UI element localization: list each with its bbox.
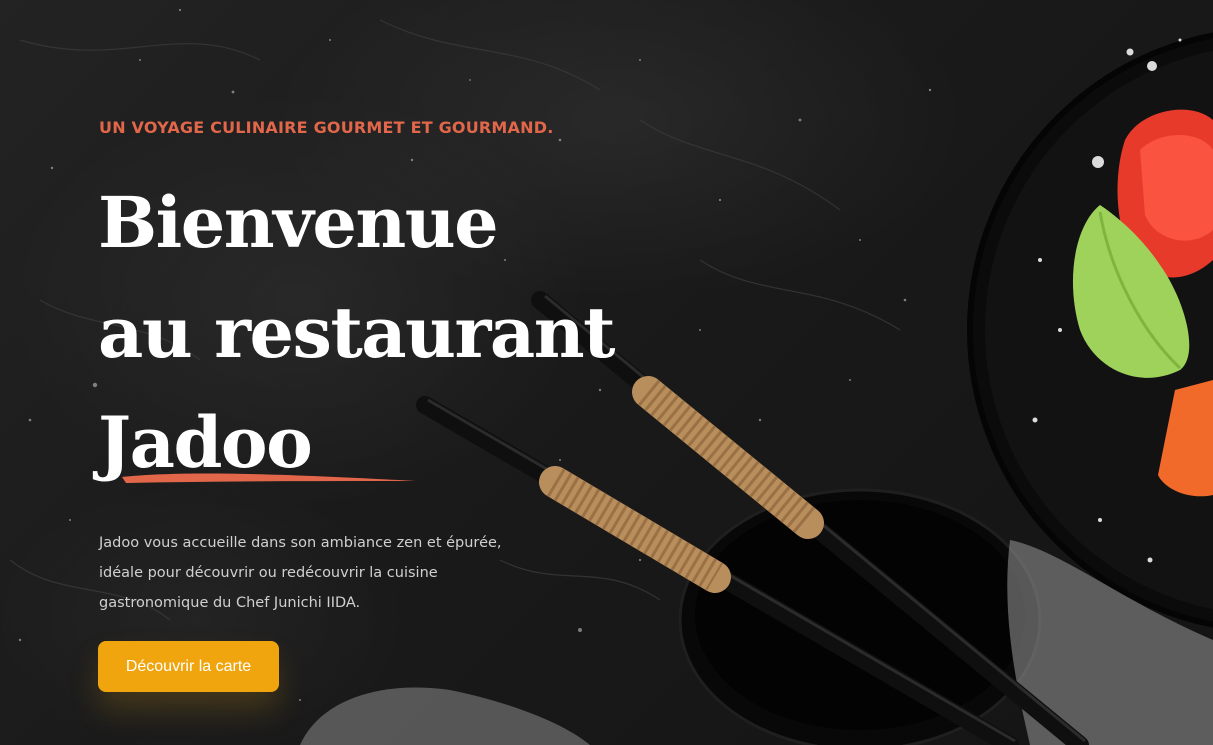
hero-description-line: idéale pour découvrir ou redécouvrir la … xyxy=(99,565,438,581)
hero-eyebrow: UN VOYAGE CULINAIRE GOURMET ET GOURMAND. xyxy=(99,118,554,137)
hero-description: Jadoo vous accueille dans son ambiance z… xyxy=(99,528,569,618)
hero-title-line-2: au restaurant xyxy=(98,291,616,374)
hero-title-line-1: Bienvenue xyxy=(98,181,499,264)
hero-description-line: gastronomique du Chef Junichi IIDA. xyxy=(99,595,361,611)
hero-description-line: Jadoo vous accueille dans son ambiance z… xyxy=(99,535,502,551)
hero-section: UN VOYAGE CULINAIRE GOURMET ET GOURMAND.… xyxy=(0,0,1213,745)
title-underline-brushstroke xyxy=(122,473,416,483)
discover-menu-button[interactable]: Découvrir la carte xyxy=(98,641,279,692)
